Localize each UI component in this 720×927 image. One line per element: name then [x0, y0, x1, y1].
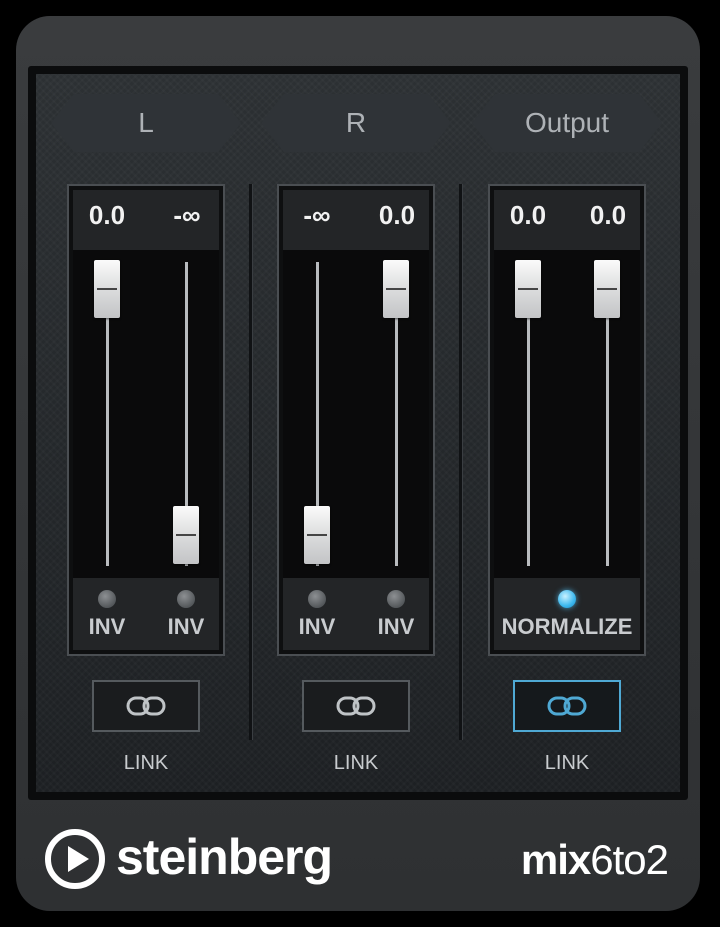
switch-bar: INV INV — [283, 578, 429, 650]
brand-logo: steinberg — [116, 829, 333, 885]
value-display: 0.0 0.0 — [494, 190, 640, 250]
fader-value-right: 0.0 — [589, 200, 627, 230]
inv-label: INV — [167, 614, 205, 639]
fader-value-left: -∞ — [303, 200, 331, 230]
fader-knob-l-right[interactable] — [173, 506, 199, 564]
link-button-r[interactable] — [302, 680, 410, 732]
inv-label: INV — [377, 614, 415, 639]
link-button-output[interactable] — [513, 680, 621, 732]
fader-knob-l-left[interactable] — [94, 260, 120, 318]
inv-led-right[interactable] — [387, 590, 405, 608]
fader-value-left: 0.0 — [88, 200, 126, 230]
link-label: LINK — [123, 752, 169, 774]
fader-strip-r: -∞ 0.0 INV INV — [277, 184, 435, 656]
normalize-led[interactable] — [558, 590, 576, 608]
fader-strip-output: 0.0 0.0 NORMALIZE — [488, 184, 646, 656]
chain-link-icon — [336, 696, 376, 716]
value-display: -∞ 0.0 — [283, 190, 429, 250]
inv-led-right[interactable] — [177, 590, 195, 608]
fader-knob-output-right[interactable] — [594, 260, 620, 318]
inv-label: INV — [298, 614, 336, 639]
value-display: 0.0 -∞ — [73, 190, 219, 250]
channel-header-r: R — [261, 94, 451, 152]
product-name: mix6to2 — [520, 836, 669, 883]
link-label: LINK — [544, 752, 590, 774]
link-button-l[interactable] — [92, 680, 200, 732]
channel-separator — [249, 184, 253, 740]
switch-bar: INV INV — [73, 578, 219, 650]
fader-value-right: 0.0 — [378, 200, 416, 230]
fader-value-left: 0.0 — [509, 200, 547, 230]
fader-value-right: -∞ — [173, 200, 201, 230]
fader-knob-output-left[interactable] — [515, 260, 541, 318]
channel-separator — [459, 184, 463, 740]
channel-header-l: L — [51, 94, 241, 152]
fader-knob-r-right[interactable] — [383, 260, 409, 318]
inv-led-left[interactable] — [98, 590, 116, 608]
play-circle-icon — [45, 829, 105, 889]
inv-label: INV — [88, 614, 126, 639]
chain-link-icon — [126, 696, 166, 716]
fader-knob-r-left[interactable] — [304, 506, 330, 564]
normalize-label: NORMALIZE — [501, 614, 633, 639]
fader-strip-l: 0.0 -∞ INV INV — [67, 184, 225, 656]
inv-led-left[interactable] — [308, 590, 326, 608]
channel-header-output: Output — [472, 94, 662, 152]
switch-bar: NORMALIZE — [494, 578, 640, 650]
link-label: LINK — [333, 752, 379, 774]
chain-link-icon — [547, 696, 587, 716]
